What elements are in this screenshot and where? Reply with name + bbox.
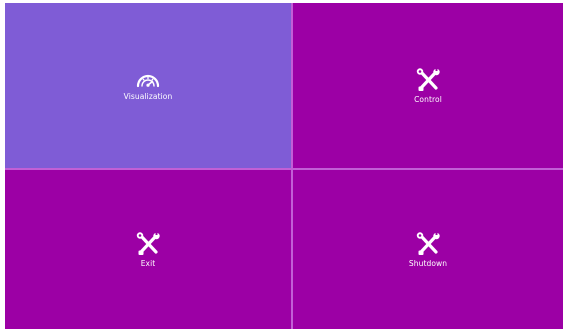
visualization-label: Visualization bbox=[123, 91, 173, 101]
shutdown-tile[interactable]: Shutdown bbox=[293, 170, 563, 329]
tools-icon bbox=[135, 231, 161, 256]
menu-screen: Visualization Control Exit Shutdown bbox=[5, 3, 563, 329]
gauge-icon bbox=[135, 71, 161, 89]
exit-label: Exit bbox=[140, 258, 156, 268]
shutdown-label: Shutdown bbox=[408, 258, 448, 268]
control-label: Control bbox=[414, 94, 442, 104]
tools-icon bbox=[415, 231, 441, 256]
control-tile[interactable]: Control bbox=[293, 3, 563, 168]
visualization-tile[interactable]: Visualization bbox=[5, 3, 291, 168]
exit-tile[interactable]: Exit bbox=[5, 170, 291, 329]
tools-icon bbox=[415, 67, 441, 92]
